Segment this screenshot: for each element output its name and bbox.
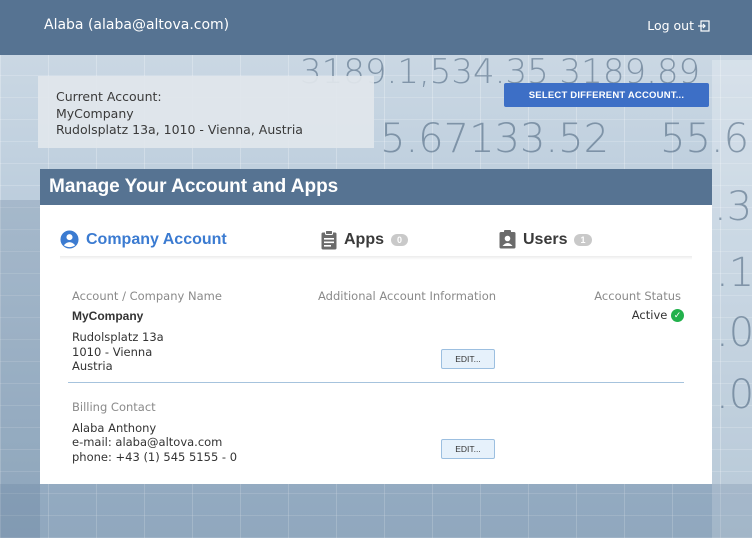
user-circle-icon <box>60 230 79 249</box>
manage-header: Manage Your Account and Apps <box>40 169 712 205</box>
edit-account-button[interactable]: EDIT... <box>441 349 495 369</box>
section-divider <box>68 382 684 383</box>
tab-users-label: Users <box>523 230 568 248</box>
tab-company-account-label: Company Account <box>86 230 227 248</box>
page-title: Manage Your Account and Apps <box>49 176 339 197</box>
billing-name: Alaba Anthony <box>72 421 157 435</box>
billing-email: e-mail: alaba@altova.com <box>72 435 223 449</box>
tab-users[interactable]: Users 1 <box>499 230 592 249</box>
user-badge-icon <box>499 230 516 249</box>
tab-apps[interactable]: Apps 0 <box>321 230 409 250</box>
tab-bar: Company Account Apps 0 Users 1 <box>40 205 712 261</box>
billing-contact-heading: Billing Contact <box>72 400 156 414</box>
address-line-1: Rudolsplatz 13a <box>72 330 164 344</box>
account-status: Active ✓ <box>632 308 684 322</box>
edit-billing-button[interactable]: EDIT... <box>441 439 495 459</box>
logout-icon <box>698 19 710 32</box>
billing-phone: phone: +43 (1) 545 5155 - 0 <box>72 450 238 464</box>
logout-link[interactable]: Log out <box>647 18 710 33</box>
column-header-name: Account / Company Name <box>72 289 222 303</box>
current-account-card: Current Account: MyCompany Rudolsplatz 1… <box>38 76 374 148</box>
tab-apps-label: Apps <box>344 231 384 248</box>
current-account-label: Current Account: <box>56 89 162 104</box>
user-identity: Alaba (alaba@altova.com) <box>44 17 230 33</box>
current-account-name: MyCompany <box>56 106 134 121</box>
account-status-text: Active <box>631 308 668 322</box>
clipboard-icon <box>321 230 337 250</box>
address-line-2: 1010 - Vienna <box>72 345 153 359</box>
select-different-account-button[interactable]: SELECT DIFFERENT ACCOUNT... <box>504 83 709 107</box>
tab-company-account[interactable]: Company Account <box>60 230 227 249</box>
top-bar: Alaba (alaba@altova.com) Log out <box>0 0 752 55</box>
checkmark-icon: ✓ <box>671 309 684 322</box>
company-name: MyCompany <box>72 309 144 323</box>
address-line-3: Austria <box>72 359 113 373</box>
account-panel: Company Account Apps 0 Users 1 Account /… <box>40 205 712 484</box>
column-header-status: Account Status <box>594 289 681 303</box>
apps-count-badge: 0 <box>391 234 409 246</box>
logout-label: Log out <box>647 18 694 33</box>
users-count-badge: 1 <box>574 233 592 246</box>
current-account-address: Rudolsplatz 13a, 1010 - Vienna, Austria <box>56 122 303 137</box>
column-header-info: Additional Account Information <box>318 289 497 303</box>
